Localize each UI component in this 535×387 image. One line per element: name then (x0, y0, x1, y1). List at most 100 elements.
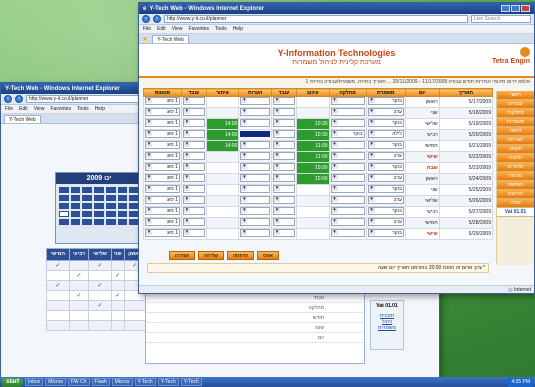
checkbox[interactable] (68, 300, 90, 311)
calendar-day[interactable] (117, 203, 128, 209)
dept-select[interactable] (328, 228, 367, 240)
shift-select[interactable]: לילה (365, 129, 406, 141)
hours-field[interactable]: 10:30 (295, 118, 330, 130)
dropdown[interactable]: 1 סוג (145, 185, 180, 193)
dropdown[interactable] (273, 163, 295, 171)
calendar-day[interactable] (117, 211, 128, 217)
note-select[interactable] (238, 184, 273, 196)
side-menu-item[interactable]: עזרה (497, 199, 534, 208)
dropdown[interactable] (182, 185, 205, 193)
checkbox[interactable] (88, 290, 112, 301)
worker-select[interactable] (180, 140, 207, 152)
side-menu-item[interactable]: נוכחות (497, 172, 534, 181)
dropdown[interactable]: 1 סוג (145, 218, 180, 226)
dropdown[interactable] (273, 108, 295, 116)
checkbox[interactable] (68, 260, 90, 271)
menu-help[interactable]: Help (95, 106, 105, 112)
dept-select[interactable]: בוקר (328, 129, 367, 141)
note-select[interactable] (238, 217, 273, 229)
checkbox[interactable] (88, 310, 112, 321)
late-field[interactable] (205, 217, 240, 229)
side-menu-item[interactable]: עובדים (497, 100, 534, 109)
taskbar-item[interactable]: Y-Tech (157, 378, 179, 386)
late-field[interactable] (205, 96, 240, 108)
calendar-day[interactable] (70, 211, 81, 217)
checkbox[interactable] (88, 320, 112, 331)
worker-select[interactable] (180, 206, 207, 218)
calendar-day[interactable] (105, 211, 116, 217)
forward-icon[interactable]: › (153, 15, 161, 23)
dropdown[interactable] (330, 141, 365, 149)
dropdown[interactable]: ערב (367, 196, 404, 204)
side-menu-item[interactable]: הגדרות (497, 136, 534, 145)
dropdown[interactable] (182, 163, 205, 171)
status-select[interactable]: 1 סוג (143, 151, 182, 163)
side-menu-item[interactable]: מחלקות (497, 109, 534, 118)
checkbox[interactable]: ✓ (110, 290, 125, 301)
shift-select[interactable]: בוקר (365, 184, 406, 196)
employee-select[interactable] (271, 107, 297, 119)
side-menu-item[interactable]: חופשות (497, 181, 534, 190)
calendar-day[interactable] (82, 203, 93, 209)
dropdown[interactable] (182, 97, 205, 105)
status-select[interactable]: 1 סוג (143, 217, 182, 229)
checkbox[interactable] (46, 270, 70, 281)
dropdown[interactable] (182, 174, 205, 182)
dropdown[interactable]: בוקר (367, 229, 404, 237)
calendar-day[interactable] (117, 187, 128, 193)
dropdown[interactable]: 1 סוג (145, 119, 180, 127)
dropdown[interactable]: 1 סוג (145, 108, 180, 116)
shift-select[interactable]: בוקר (365, 228, 406, 240)
dropdown[interactable] (330, 174, 365, 182)
dropdown[interactable]: 1 סוג (145, 196, 180, 204)
checkbox[interactable] (46, 310, 70, 321)
hours-field[interactable]: 10:00 (295, 173, 330, 185)
calendar-day[interactable] (94, 211, 104, 217)
calendar-day[interactable] (117, 195, 128, 201)
calendar-day[interactable] (59, 187, 69, 193)
calendar-day[interactable] (59, 219, 69, 225)
status-select[interactable]: 1 סוג (143, 162, 182, 174)
hours-field[interactable]: 11:00 (295, 140, 330, 152)
note-select[interactable] (238, 173, 273, 185)
dropdown[interactable] (330, 108, 365, 116)
late-field[interactable]: 14:00 (205, 140, 240, 152)
side-menu-item[interactable]: סידורים (497, 163, 534, 172)
menu-help[interactable]: Help (233, 26, 243, 32)
status-select[interactable]: 1 סוג (143, 184, 182, 196)
taskbar-item[interactable]: Y-Tech (134, 378, 156, 386)
shift-select[interactable]: ערב (365, 195, 406, 207)
note-select[interactable] (238, 118, 273, 130)
dept-select[interactable] (328, 107, 367, 119)
dropdown[interactable] (273, 229, 295, 237)
worker-select[interactable] (180, 228, 207, 240)
calendar-day[interactable] (117, 219, 128, 225)
dropdown[interactable] (182, 207, 205, 215)
checkbox[interactable] (110, 260, 125, 271)
dropdown[interactable] (182, 130, 205, 138)
dept-select[interactable] (328, 173, 367, 185)
note-select[interactable] (238, 162, 273, 174)
calendar-day[interactable] (70, 219, 81, 225)
dropdown[interactable] (240, 185, 271, 193)
worker-select[interactable] (180, 173, 207, 185)
employee-select[interactable] (271, 206, 297, 218)
dropdown[interactable] (240, 97, 271, 105)
forward-icon[interactable]: › (15, 95, 23, 103)
dropdown[interactable] (240, 108, 271, 116)
late-field[interactable]: 14:00 (205, 118, 240, 130)
taskbar-item[interactable]: Micros (111, 378, 133, 386)
checkbox[interactable] (123, 310, 147, 321)
dept-select[interactable] (328, 184, 367, 196)
side-menu-item[interactable]: ראשי (497, 91, 534, 100)
dropdown[interactable]: בוקר (367, 185, 404, 193)
hours-field[interactable] (295, 184, 330, 196)
dropdown[interactable]: 1 סוג (145, 141, 180, 149)
checkbox[interactable] (46, 300, 70, 311)
dropdown[interactable] (273, 196, 295, 204)
calendar-day[interactable] (105, 219, 116, 225)
back-icon[interactable]: ‹ (4, 95, 12, 103)
worker-select[interactable] (180, 151, 207, 163)
worker-select[interactable] (180, 184, 207, 196)
dropdown[interactable]: 1 סוג (145, 174, 180, 182)
